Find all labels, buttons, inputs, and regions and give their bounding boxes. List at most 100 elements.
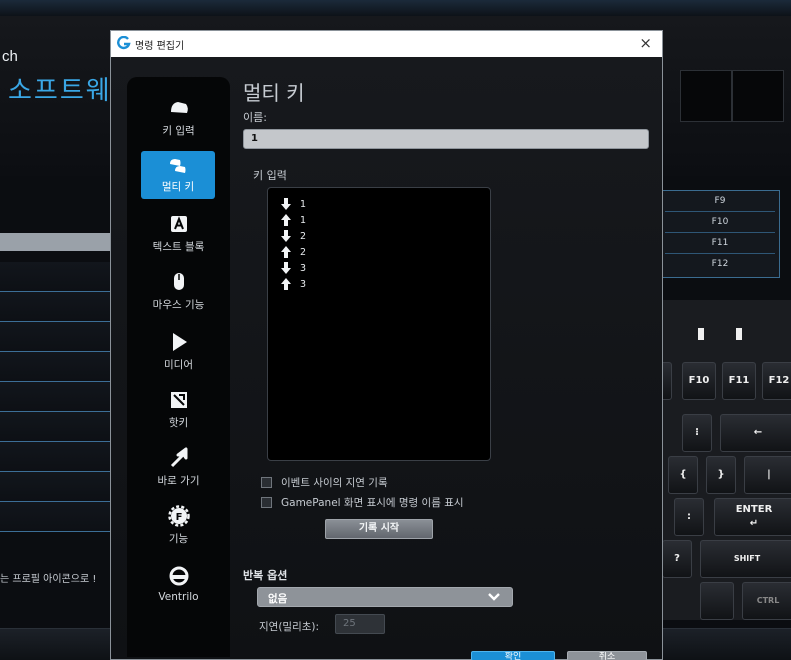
keystrokes-label: 키 입력 <box>253 169 287 182</box>
close-icon[interactable]: × <box>639 34 652 52</box>
app-top-strip <box>0 0 791 16</box>
keyboard-key[interactable]: } <box>706 456 736 494</box>
list-item[interactable] <box>0 502 112 532</box>
key-icon <box>170 102 188 113</box>
nav-item-ventrilo[interactable]: Ventrilo <box>127 563 230 619</box>
fkey-row[interactable]: F12 <box>665 254 775 275</box>
repeat-selected-value: 없음 <box>268 593 288 605</box>
key-up-arrow-icon <box>281 246 291 258</box>
enter-arrow-icon: ↵ <box>749 518 759 529</box>
nav-item-mouse-function[interactable]: 마우스 기능 <box>127 269 230 325</box>
keyboard-key-win[interactable] <box>700 582 734 620</box>
keyboard-key-f10[interactable]: F10 <box>682 362 716 400</box>
nav-item-function[interactable]: F 기능 <box>127 503 230 559</box>
logitech-g-logo-icon <box>117 36 131 50</box>
keyboard-key[interactable]: ⁝ <box>682 414 712 452</box>
fkey-row[interactable]: F11 <box>665 233 775 254</box>
enter-key-label: ENTER <box>735 504 773 515</box>
delay-label: 지연(밀리초): <box>259 621 320 633</box>
list-item[interactable] <box>0 472 112 502</box>
led-indicator <box>698 328 704 340</box>
keystroke-key: 2 <box>300 246 307 258</box>
header-slot-1[interactable] <box>680 70 732 122</box>
checkbox-box[interactable] <box>261 497 272 508</box>
list-item[interactable] <box>0 352 112 382</box>
nav-item-text-block[interactable]: 텍스트 블록 <box>127 211 230 267</box>
key-up-arrow-icon <box>281 214 291 226</box>
list-item[interactable] <box>0 442 112 472</box>
list-item[interactable] <box>0 322 112 352</box>
nav-label: 미디어 <box>164 359 193 371</box>
keystroke-entry[interactable]: 1 <box>280 212 490 228</box>
keystroke-entry[interactable]: 2 <box>280 244 490 260</box>
text-block-icon <box>170 216 187 232</box>
gamepanel-display-checkbox[interactable]: GamePanel 화면 표시에 명령 이름 표시 <box>261 495 464 510</box>
checkbox-box[interactable] <box>261 477 272 488</box>
ok-button[interactable]: 확인 <box>471 651 555 660</box>
keyboard-key-f11[interactable]: F11 <box>722 362 756 400</box>
record-delays-checkbox[interactable]: 이벤트 사이의 지연 기록 <box>261 475 388 490</box>
repeat-options-label: 반복 옵션 <box>243 569 288 582</box>
nav-label: 핫키 <box>168 417 189 429</box>
fkey-row[interactable]: F9 <box>665 191 775 212</box>
ventrilo-headset-icon <box>169 566 188 586</box>
keystroke-entry[interactable]: 3 <box>280 260 490 276</box>
keyboard-key[interactable]: | <box>744 456 791 494</box>
svg-text:F: F <box>175 512 182 523</box>
profile-list <box>0 262 112 562</box>
keystroke-list[interactable]: 1 1 2 2 3 3 <box>267 187 491 461</box>
key-up-arrow-icon <box>281 278 291 290</box>
list-item[interactable] <box>0 292 112 322</box>
dialog-titlebar[interactable]: 명령 편집기 × <box>111 31 662 57</box>
function-gear-icon: F <box>167 505 190 527</box>
nav-item-media[interactable]: 미디어 <box>127 329 230 385</box>
nav-item-hotkey[interactable]: 핫키 <box>127 387 230 443</box>
dialog-body: 키 입력 멀티 키 텍스트 블록 마우스 기능 미디어 핫키 바로 가기 F 기… <box>111 57 662 660</box>
keyboard-key[interactable]: : <box>674 498 704 536</box>
nav-item-shortcut[interactable]: 바로 가기 <box>127 445 230 501</box>
list-item[interactable] <box>0 262 112 292</box>
nav-item-keystroke[interactable]: 키 입력 <box>127 95 230 151</box>
header-slot-2[interactable] <box>732 70 784 122</box>
keyboard-key-enter[interactable]: ENTER ↵ <box>714 498 791 536</box>
keyboard-key-ctrl[interactable]: CTRL <box>742 582 791 620</box>
list-item[interactable] <box>0 382 112 412</box>
multi-key-icon <box>170 159 186 173</box>
nav-label: 멀티 키 <box>161 181 195 193</box>
page-title: 멀티 키 <box>243 81 305 105</box>
command-editor-dialog: 명령 편집기 × 키 입력 멀티 키 텍스트 블록 마우스 기능 미디어 핫키 … <box>110 30 663 660</box>
fkey-row[interactable]: F10 <box>665 212 775 233</box>
brand-text: ch <box>2 48 18 65</box>
keystroke-key: 3 <box>300 278 307 290</box>
keyboard-key-backspace[interactable]: ← <box>720 414 791 452</box>
key-down-arrow-icon <box>281 262 291 274</box>
start-recording-button[interactable]: 기록 시작 <box>325 519 433 539</box>
nav-label: 키 입력 <box>162 125 195 137</box>
keyboard-key-shift[interactable]: SHIFT <box>700 540 791 578</box>
name-field[interactable]: 1 <box>243 129 649 149</box>
cancel-button[interactable]: 취소 <box>567 651 647 660</box>
nav-label: 바로 가기 <box>157 475 200 487</box>
keystroke-entry[interactable]: 2 <box>280 228 490 244</box>
keyboard-key[interactable]: ? <box>662 540 692 578</box>
app-title: 소프트웨 <box>8 76 112 106</box>
profile-hint-text: 는 프로필 아이콘으로 ! <box>0 574 97 585</box>
command-type-nav: 키 입력 멀티 키 텍스트 블록 마우스 기능 미디어 핫키 바로 가기 F 기… <box>127 77 230 657</box>
keystroke-key: 1 <box>300 214 307 226</box>
repeat-options-select[interactable]: 없음 <box>257 587 513 607</box>
keystroke-key: 2 <box>300 230 307 242</box>
list-item[interactable] <box>0 412 112 442</box>
shortcut-arrow-icon <box>170 447 187 468</box>
nav-label: Ventrilo <box>158 591 199 603</box>
checkbox-label: GamePanel 화면 표시에 명령 이름 표시 <box>281 497 464 509</box>
keystroke-key: 3 <box>300 262 307 274</box>
keyboard-key-f12[interactable]: F12 <box>762 362 791 400</box>
key-down-arrow-icon <box>281 198 291 210</box>
delay-ms-input[interactable]: 25 <box>335 614 385 634</box>
chevron-down-icon <box>488 593 500 601</box>
keystroke-entry[interactable]: 1 <box>280 196 490 212</box>
keyboard-key[interactable]: { <box>668 456 698 494</box>
nav-item-multikey[interactable]: 멀티 키 <box>141 151 215 199</box>
keystroke-entry[interactable]: 3 <box>280 276 490 292</box>
led-indicator <box>736 328 742 340</box>
